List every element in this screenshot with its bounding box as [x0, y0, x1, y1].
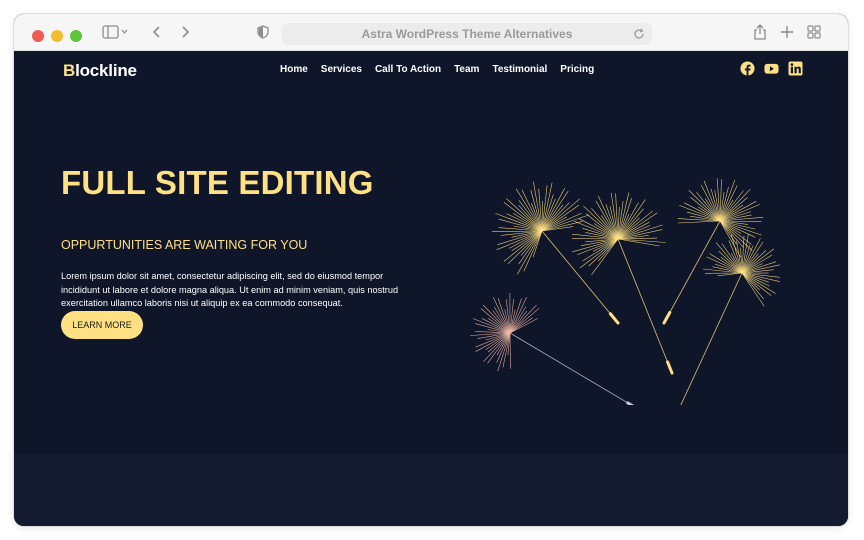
tab-overview-icon[interactable] — [807, 25, 821, 39]
page-title: Astra WordPress Theme Alternatives — [361, 27, 573, 41]
learn-more-button[interactable]: LEARN MORE — [61, 311, 143, 339]
close-window-button[interactable] — [32, 30, 44, 42]
site-logo[interactable]: Blockline — [63, 61, 137, 81]
browser-toolbar: Astra WordPress Theme Alternatives — [14, 14, 848, 51]
nav-call-to-action[interactable]: Call To Action — [375, 64, 441, 75]
hero-description: Lorem ipsum dolor sit amet, consectetur … — [61, 271, 399, 308]
browser-window: Astra WordPress Theme Alternatives Block… — [14, 14, 848, 526]
next-section — [14, 453, 848, 526]
back-icon[interactable] — [152, 25, 162, 39]
address-bar[interactable]: Astra WordPress Theme Alternatives — [282, 23, 652, 45]
reload-icon[interactable] — [632, 26, 646, 45]
sidebar-icon[interactable] — [102, 25, 128, 39]
hero-title: FULL SITE EDITING — [61, 164, 374, 201]
minimize-window-button[interactable] — [51, 30, 63, 42]
linkedin-icon[interactable] — [788, 61, 803, 76]
nav-testimonial[interactable]: Testimonial — [492, 64, 547, 75]
youtube-icon[interactable] — [764, 61, 779, 76]
new-tab-icon[interactable] — [780, 25, 794, 39]
hero-subtitle: OPPURTUNITIES ARE WAITING FOR YOU — [61, 238, 308, 252]
nav-pricing[interactable]: Pricing — [560, 64, 594, 75]
web-page: Blockline Home Services Call To Action T… — [14, 51, 848, 526]
nav-services[interactable]: Services — [321, 64, 362, 75]
share-icon[interactable] — [753, 24, 767, 40]
forward-icon[interactable] — [180, 25, 190, 39]
main-nav: Home Services Call To Action Team Testim… — [280, 64, 607, 75]
dandelion-seed — [491, 181, 620, 325]
facebook-icon[interactable] — [740, 61, 755, 76]
privacy-shield-icon[interactable] — [257, 25, 269, 39]
nav-home[interactable]: Home — [280, 64, 308, 75]
social-links — [740, 61, 803, 76]
dandelion-seed — [571, 192, 674, 375]
dandelion-seed — [680, 234, 780, 405]
zoom-window-button[interactable] — [70, 30, 82, 42]
nav-team[interactable]: Team — [454, 64, 479, 75]
dandelion-seed — [470, 292, 635, 405]
dandelion-seeds-illustration — [470, 178, 780, 405]
